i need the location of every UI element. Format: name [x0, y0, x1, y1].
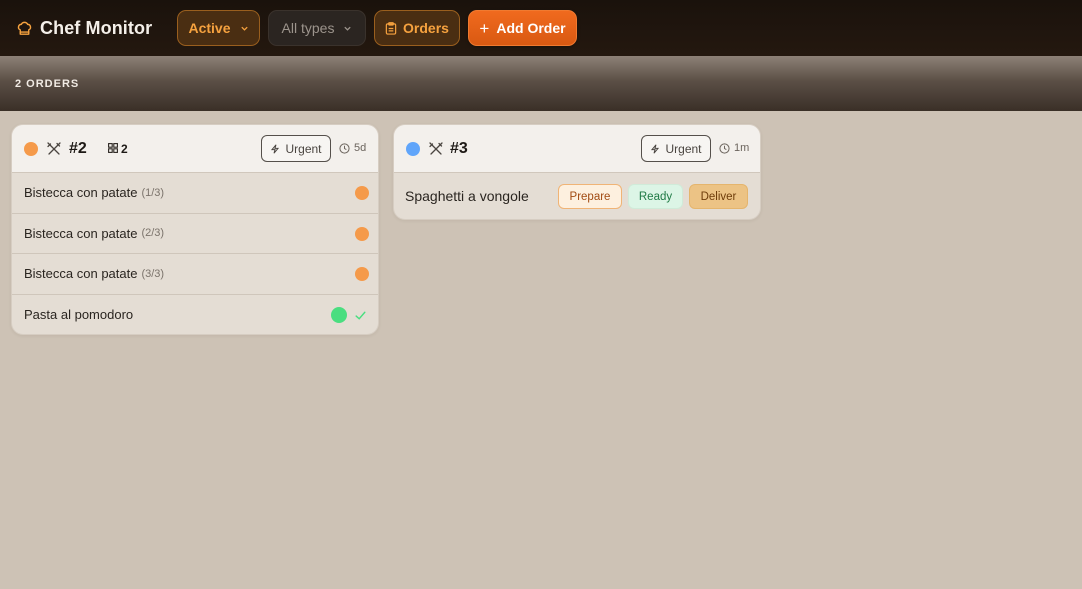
item-count: 2 [121, 142, 128, 156]
item-portion: (2/3) [141, 227, 165, 240]
order-card: #3 Urgent 1m Spaghetti a vongole Prepare… [393, 124, 761, 220]
item-status-dot[interactable] [355, 226, 369, 241]
app-title: Chef Monitor [40, 17, 153, 38]
order-status-dot [406, 142, 420, 156]
status-filter-label: Active [188, 20, 231, 36]
lightning-icon [651, 143, 660, 154]
chevron-down-icon [344, 26, 352, 31]
clipboard-icon [385, 21, 397, 35]
order-card-header: #2 2 Urgent 5d [12, 125, 378, 173]
item-portion: (1/3) [141, 186, 165, 199]
ready-button[interactable]: Ready [628, 184, 683, 209]
plus-icon: + [479, 18, 490, 38]
check-icon [355, 311, 366, 320]
top-bar: Chef Monitor Active All types Orders + A… [0, 0, 1082, 56]
item-name: Bistecca con patate [24, 225, 138, 241]
item-status-dot[interactable] [331, 306, 347, 323]
item-name: Bistecca con patate [24, 266, 138, 282]
order-number: #2 [69, 140, 87, 157]
order-item-row[interactable]: Pasta al pomodoro [12, 295, 378, 335]
brand: Chef Monitor [16, 18, 176, 39]
orders-button[interactable]: Orders [374, 10, 460, 46]
order-count: 2 ORDERS [15, 77, 80, 90]
order-age-label: 1m [734, 142, 750, 154]
order-item-row[interactable]: Bistecca con patate (3/3) [12, 254, 378, 295]
type-filter-label: All types [281, 20, 335, 36]
grid-icon [108, 143, 118, 153]
urgent-label: Urgent [285, 141, 322, 156]
order-status-dot [24, 142, 38, 156]
summary-bar: 2 ORDERS [0, 56, 1082, 111]
item-name: Bistecca con patate [24, 185, 138, 201]
deliver-button[interactable]: Deliver [689, 184, 748, 209]
order-age: 1m [719, 142, 749, 154]
status-filter-dropdown[interactable]: Active [177, 10, 260, 46]
chevron-down-icon [240, 26, 248, 31]
utensils-icon [429, 142, 443, 155]
order-age: 5d [339, 142, 366, 154]
item-name: Pasta al pomodoro [24, 307, 134, 323]
order-card: #2 2 Urgent 5d Bistecca con patate (1/3)… [11, 124, 379, 335]
item-status-dot[interactable] [355, 186, 369, 200]
item-portion: (3/3) [141, 267, 165, 280]
item-name: Spaghetti a vongole [405, 188, 529, 204]
type-filter-dropdown[interactable]: All types [268, 10, 366, 46]
order-card-header: #3 Urgent 1m [394, 125, 760, 173]
item-status-dot[interactable] [355, 267, 369, 281]
order-age-label: 5d [354, 142, 367, 154]
lightning-icon [271, 143, 280, 154]
order-number: #3 [450, 140, 468, 157]
add-order-label: Add Order [496, 20, 566, 36]
urgent-label: Urgent [665, 141, 702, 156]
chef-hat-icon [17, 21, 32, 35]
orders-button-label: Orders [403, 20, 449, 36]
clock-icon [719, 142, 730, 154]
utensils-icon [47, 142, 61, 155]
urgent-button[interactable]: Urgent [261, 135, 331, 162]
prepare-button[interactable]: Prepare [558, 184, 622, 209]
urgent-button[interactable]: Urgent [641, 135, 711, 162]
order-item-row[interactable]: Bistecca con patate (2/3) [12, 214, 378, 254]
order-item-row[interactable]: Bistecca con patate (1/3) [12, 173, 378, 214]
order-item-row: Spaghetti a vongole Prepare Ready Delive… [394, 173, 760, 219]
clock-icon [339, 142, 350, 154]
add-order-button[interactable]: + Add Order [468, 10, 577, 46]
